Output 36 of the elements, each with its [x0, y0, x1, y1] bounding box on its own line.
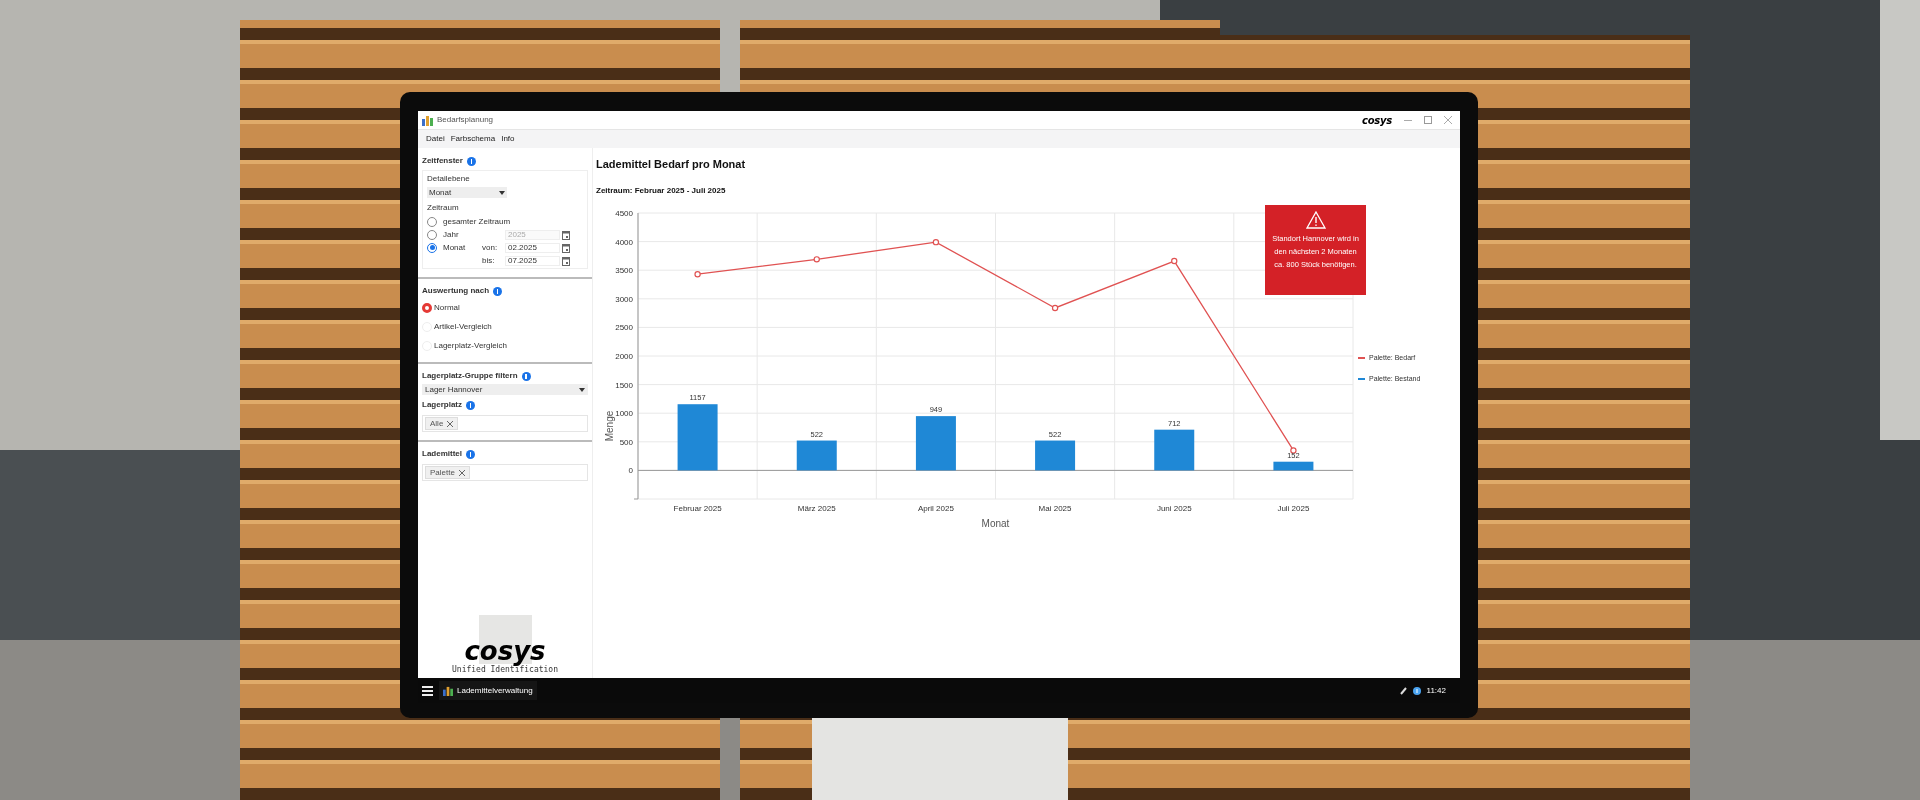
y-tick-label: 1500	[615, 380, 633, 390]
x-axis-title: Monat	[981, 517, 1010, 529]
y-tick-label: 3000	[615, 294, 633, 304]
chart-title: Lademittel Bedarf pro Monat	[596, 157, 747, 172]
y-tick-label: 2500	[615, 322, 633, 332]
field-label: Detailebene	[427, 173, 471, 185]
x-tick-label: April 2025	[917, 503, 954, 513]
tag-label: Alle	[430, 417, 444, 430]
section-heading: Lagerplatz	[422, 399, 462, 411]
field-label: Zeitraum	[427, 202, 460, 214]
y-tick-label: 0	[628, 465, 633, 475]
x-tick-label: Mai 2025	[1038, 503, 1072, 513]
section-heading: Lademittel	[422, 448, 462, 460]
brand-logo: cosys	[1362, 113, 1392, 128]
y-tick-label: 4000	[615, 237, 633, 247]
field-label: bis:	[482, 255, 495, 265]
x-tick-label: Februar 2025	[673, 503, 722, 513]
x-tick-label: Juli 2025	[1277, 503, 1310, 513]
clock: 11:42	[1426, 684, 1446, 697]
y-axis-title: Menge	[604, 410, 615, 441]
brand-logo: cosys	[464, 638, 546, 664]
x-tick-label: März 2025	[797, 503, 836, 513]
window-title: Bedarfsplanung	[437, 114, 494, 126]
x-tick-label: Juni 2025	[1156, 503, 1192, 513]
y-tick-label: 3500	[615, 265, 633, 275]
y-tick-label: 2000	[615, 351, 633, 361]
y-tick-label: 4500	[615, 208, 633, 218]
y-tick-label: 1000	[615, 408, 633, 418]
section-heading: Auswertung nach	[422, 285, 490, 297]
y-tick-label: 500	[619, 437, 633, 447]
field-label: von:	[482, 242, 498, 252]
section-heading: Zeitfenster	[422, 155, 463, 167]
section-heading: Lagerplatz-Gruppe filtern	[422, 370, 518, 382]
chart-subtitle: Zeitraum: Februar 2025 - Juli 2025	[596, 184, 727, 197]
tag-label: Palette	[430, 466, 455, 479]
logo-tagline: Unified Identification	[452, 665, 558, 676]
